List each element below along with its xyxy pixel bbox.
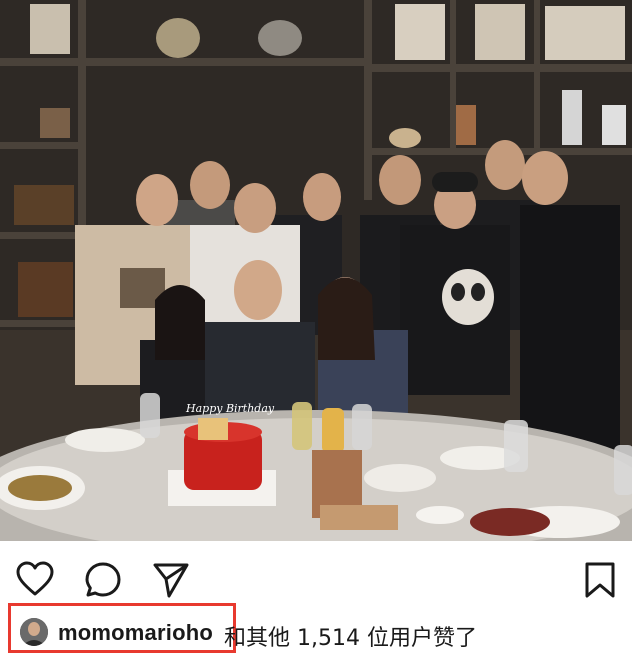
- photo-illustration: Happy Birthday: [0, 0, 632, 541]
- svg-text:Happy Birthday: Happy Birthday: [185, 402, 275, 415]
- post-photo[interactable]: Happy Birthday: [0, 0, 632, 541]
- likes-row: momomarioho 和其他 1,514 位用户赞了: [0, 598, 632, 664]
- liker-username[interactable]: momomarioho: [58, 620, 213, 646]
- heart-icon[interactable]: [15, 561, 55, 602]
- likes-count-text[interactable]: 和其他 1,514 位用户赞了: [224, 620, 477, 652]
- avatar[interactable]: [20, 618, 48, 646]
